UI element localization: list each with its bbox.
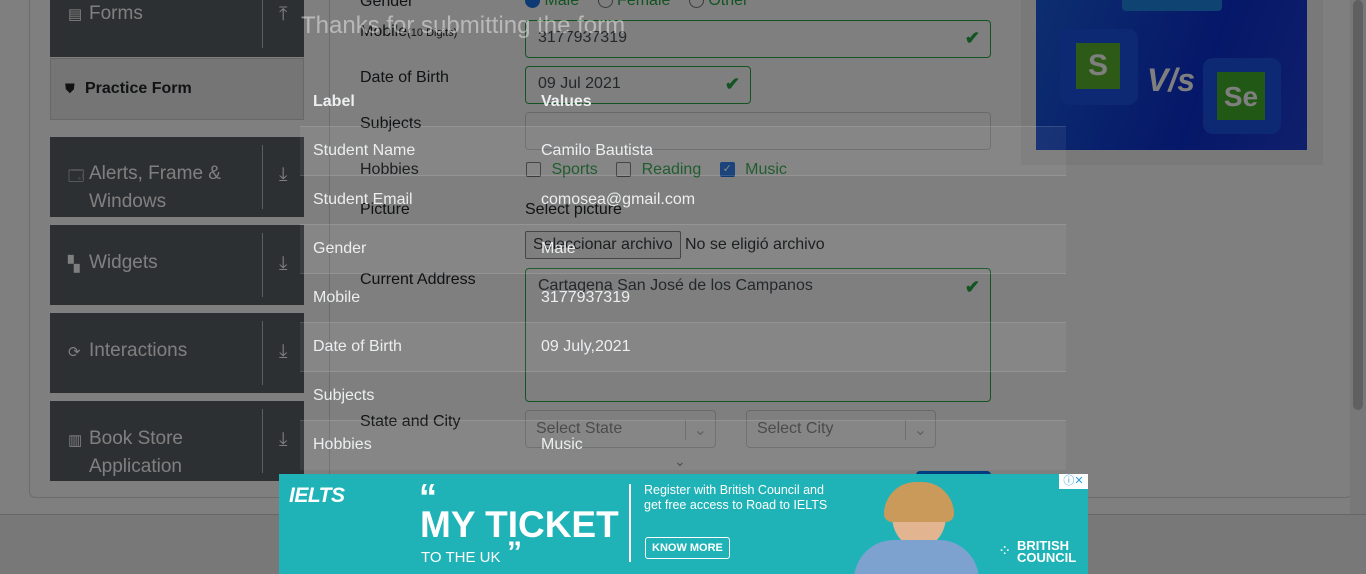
header-values: Values bbox=[541, 93, 592, 110]
person-shirt bbox=[854, 540, 979, 574]
ad-register-text: Register with British Council and get fr… bbox=[644, 483, 828, 512]
person-hair bbox=[884, 482, 954, 522]
table-row: Student Name Camilo Bautista bbox=[300, 126, 1066, 176]
table-row: Subjects bbox=[300, 371, 1066, 421]
ad-banner-bottom[interactable]: IELTS “ MY TICKET TO THE UK ” Register w… bbox=[279, 474, 1088, 574]
row-label: Date of Birth bbox=[313, 338, 402, 355]
british-council-logo: BRITISH COUNCIL bbox=[1017, 539, 1077, 565]
row-value: Music bbox=[541, 436, 583, 453]
know-more-button[interactable]: KNOW MORE bbox=[645, 537, 730, 559]
table-row: Gender Male bbox=[300, 224, 1066, 274]
council-line2: COUNCIL bbox=[1017, 550, 1077, 565]
row-label: Student Name bbox=[313, 142, 416, 159]
table-row: Student Email comosea@gmail.com bbox=[300, 175, 1066, 225]
table-row: Mobile 3177937319 bbox=[300, 273, 1066, 323]
close-quote-icon: ” bbox=[507, 536, 522, 569]
row-value: comosea@gmail.com bbox=[541, 191, 696, 208]
row-value: 3177937319 bbox=[541, 289, 630, 306]
ad-subheadline: TO THE UK bbox=[421, 549, 501, 566]
row-label: Subjects bbox=[313, 387, 375, 404]
row-label: Student Email bbox=[313, 191, 413, 208]
row-label: Mobile bbox=[313, 289, 361, 306]
row-label: Hobbies bbox=[313, 436, 372, 453]
header-label: Label bbox=[313, 93, 355, 110]
adchoices-icon[interactable]: ⓘ✕ bbox=[1059, 474, 1088, 489]
ielts-logo: IELTS bbox=[289, 484, 345, 507]
row-value: Male bbox=[541, 240, 576, 257]
row-value: Camilo Bautista bbox=[541, 142, 654, 159]
ad-divider bbox=[629, 484, 631, 562]
results-table: Label Values Student Name Camilo Bautist… bbox=[300, 77, 1066, 497]
row-value: 09 July,2021 bbox=[541, 338, 631, 355]
table-header-row: Label Values bbox=[300, 77, 1066, 126]
table-row: Hobbies Music bbox=[300, 420, 1066, 470]
british-council-dots-icon: ⁘ bbox=[998, 543, 1012, 560]
ad-person-image bbox=[854, 482, 984, 574]
table-row: Date of Birth 09 July,2021 bbox=[300, 322, 1066, 372]
modal-title: Thanks for submitting the form bbox=[301, 12, 626, 39]
row-label: Gender bbox=[313, 240, 367, 257]
